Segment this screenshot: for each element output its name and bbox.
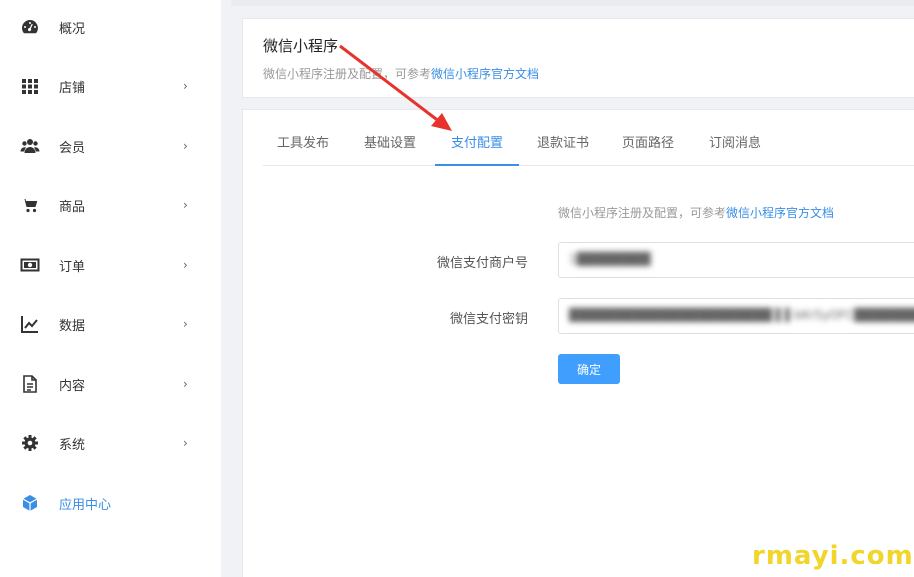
- sidebar-item-orders[interactable]: 订单 ›: [0, 243, 221, 287]
- document-icon: [20, 374, 40, 394]
- grid-icon: [20, 76, 40, 96]
- sidebar-item-label: 数据: [59, 318, 86, 334]
- sidebar-item-label: 概况: [59, 21, 86, 37]
- page-subtitle: 微信小程序注册及配置，可参考微信小程序官方文档: [263, 65, 539, 82]
- form-hint-text: 微信小程序注册及配置，可参考: [558, 206, 727, 220]
- chevron-right-icon: ›: [183, 79, 188, 93]
- sidebar-item-label: 订单: [59, 259, 86, 275]
- cart-icon: [20, 195, 40, 215]
- sidebar-item-label: 应用中心: [59, 497, 112, 513]
- chevron-right-icon: ›: [183, 377, 188, 391]
- sidebar-item-app-center[interactable]: 应用中心: [0, 481, 221, 525]
- dashboard-icon: [20, 17, 40, 37]
- chart-icon: [20, 314, 40, 334]
- sidebar-item-label: 会员: [59, 140, 86, 156]
- tab-payment-config[interactable]: 支付配置: [435, 128, 519, 166]
- chevron-right-icon: ›: [183, 436, 188, 450]
- sidebar: 概况 店铺 › 会员 › 商品 › 订单 › 数据 › 内容 › 系统 › 应用…: [0, 0, 221, 577]
- form-hint: 微信小程序注册及配置，可参考微信小程序官方文档: [558, 204, 834, 221]
- sidebar-item-products[interactable]: 商品 ›: [0, 183, 221, 227]
- money-icon: [20, 255, 40, 275]
- sidebar-item-system[interactable]: 系统 ›: [0, 421, 221, 465]
- sidebar-item-label: 店铺: [59, 80, 86, 96]
- chevron-right-icon: ›: [183, 198, 188, 212]
- tab-refund-certificate[interactable]: 退款证书: [523, 128, 603, 166]
- merchant-id-input[interactable]: 1████████: [558, 242, 914, 278]
- tab-bar: 工具发布 基础设置 支付配置 退款证书 页面路径 订阅消息: [263, 128, 914, 166]
- secret-input[interactable]: ██████████████████████ ▌▌bKr5yOFC███████…: [558, 298, 914, 334]
- top-bar: [231, 0, 914, 6]
- page-subtitle-text: 微信小程序注册及配置，可参考: [263, 67, 432, 81]
- sidebar-item-members[interactable]: 会员 ›: [0, 124, 221, 168]
- tab-page-path[interactable]: 页面路径: [608, 128, 688, 166]
- sidebar-item-overview[interactable]: 概况: [0, 5, 221, 49]
- merchant-id-label: 微信支付商户号: [436, 256, 528, 271]
- sidebar-item-content[interactable]: 内容 ›: [0, 362, 221, 406]
- form-official-docs-link[interactable]: 微信小程序官方文档: [726, 206, 834, 220]
- page-title: 微信小程序: [263, 37, 339, 55]
- settings-card: 工具发布 基础设置 支付配置 退款证书 页面路径 订阅消息 微信小程序注册及配置…: [242, 109, 914, 577]
- gear-icon: [20, 433, 40, 453]
- chevron-right-icon: ›: [183, 139, 188, 153]
- official-docs-link[interactable]: 微信小程序官方文档: [431, 67, 539, 81]
- chevron-right-icon: ›: [183, 317, 188, 331]
- tab-basic-settings[interactable]: 基础设置: [350, 128, 430, 166]
- users-icon: [20, 136, 40, 156]
- page-header-card: 微信小程序 微信小程序注册及配置，可参考微信小程序官方文档: [242, 18, 914, 98]
- sidebar-item-label: 系统: [59, 437, 86, 453]
- tab-subscription-message[interactable]: 订阅消息: [695, 128, 775, 166]
- merchant-id-value: 1████████: [569, 252, 651, 266]
- sidebar-item-shop[interactable]: 店铺 ›: [0, 64, 221, 108]
- cube-icon: [20, 493, 40, 513]
- sidebar-item-data[interactable]: 数据 ›: [0, 302, 221, 346]
- chevron-right-icon: ›: [183, 258, 188, 272]
- confirm-button[interactable]: 确定: [558, 354, 620, 384]
- sidebar-item-label: 内容: [59, 378, 86, 394]
- watermark: rmayi.com: [752, 541, 914, 571]
- secret-label: 微信支付密钥: [449, 312, 528, 327]
- secret-value: ██████████████████████ ▌▌bKr5yOFC███████…: [569, 308, 914, 322]
- sidebar-item-label: 商品: [59, 199, 86, 215]
- tab-tool-release[interactable]: 工具发布: [263, 128, 343, 166]
